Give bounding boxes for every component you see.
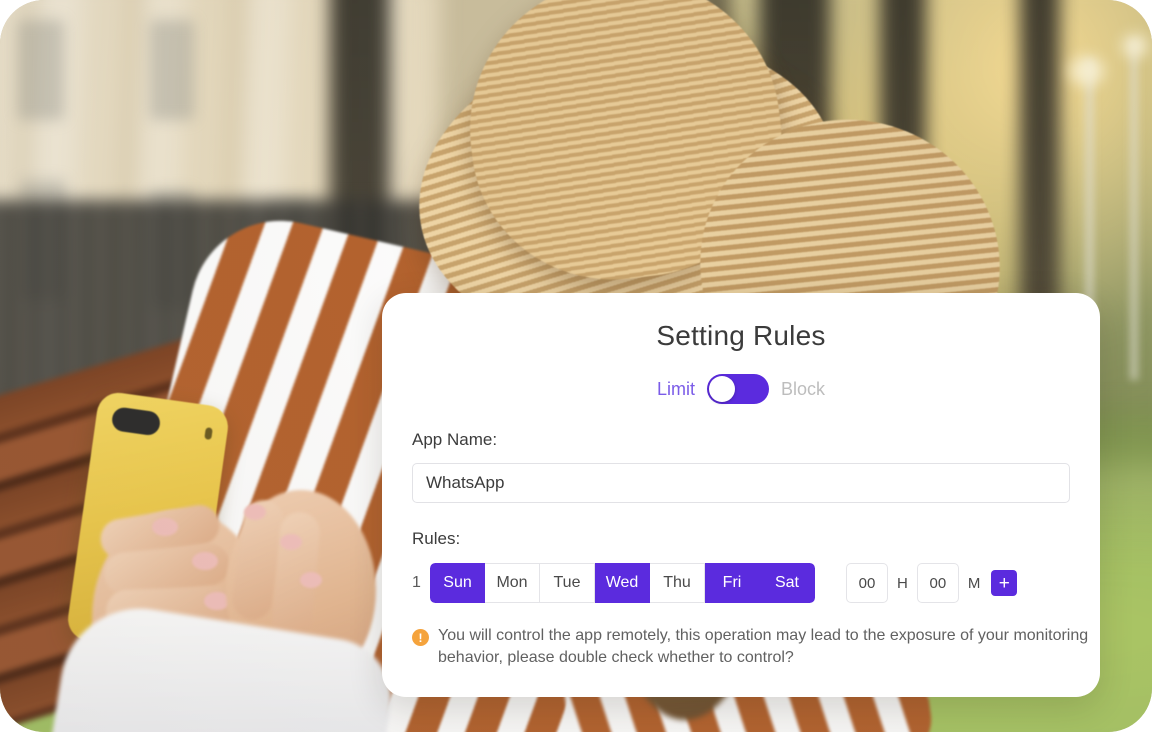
duration-picker: 00 H 00 M + xyxy=(846,563,1018,603)
toggle-knob-icon xyxy=(709,376,735,402)
limit-block-toggle[interactable] xyxy=(707,374,769,404)
mode-label-block[interactable]: Block xyxy=(781,378,825,400)
page-title: Setting Rules xyxy=(656,320,826,351)
day-button-sat[interactable]: Sat xyxy=(760,563,815,603)
warning-notice-text: You will control the app remotely, this … xyxy=(438,627,1089,666)
minutes-unit-label: M xyxy=(967,574,981,592)
app-name-input[interactable] xyxy=(412,463,1070,503)
setting-rules-card: Setting Rules Limit Block App Name: Rule… xyxy=(382,293,1100,697)
rule-index: 1 xyxy=(412,574,421,591)
minutes-input[interactable]: 00 xyxy=(916,563,959,603)
add-rule-button[interactable]: + xyxy=(991,570,1018,596)
warning-exclamation-icon: ! xyxy=(412,629,429,646)
mode-toggle-row: Limit Block xyxy=(412,374,1070,404)
day-button-mon[interactable]: Mon xyxy=(485,563,540,603)
day-selector: Sun Mon Tue Wed Thu Fri Sat xyxy=(430,563,815,603)
rules-label: Rules: xyxy=(412,529,461,548)
hours-unit-label: H xyxy=(897,574,908,592)
day-button-wed[interactable]: Wed xyxy=(595,563,650,603)
rule-row: 1 Sun Mon Tue Wed Thu Fri Sat 00 H 00 M … xyxy=(412,563,1070,603)
day-button-sun[interactable]: Sun xyxy=(430,563,485,603)
day-button-fri[interactable]: Fri xyxy=(705,563,760,603)
app-screen: Setting Rules Limit Block App Name: Rule… xyxy=(0,0,1152,732)
day-button-thu[interactable]: Thu xyxy=(650,563,705,603)
mode-label-limit[interactable]: Limit xyxy=(657,378,695,400)
app-name-label: App Name: xyxy=(412,430,498,449)
warning-notice: ! You will control the app remotely, thi… xyxy=(412,625,1100,669)
day-button-tue[interactable]: Tue xyxy=(540,563,595,603)
hours-input[interactable]: 00 xyxy=(846,563,888,603)
